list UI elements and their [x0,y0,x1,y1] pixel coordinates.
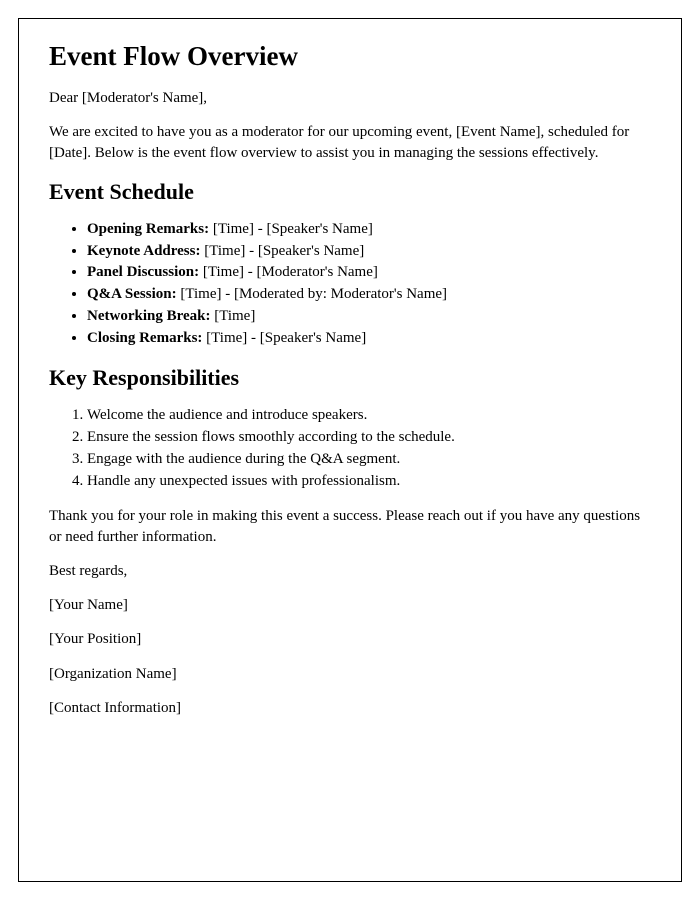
list-item: Networking Break: [Time] [87,306,651,328]
item-detail: [Time] - [Speaker's Name] [202,330,366,346]
item-detail: [Time] - [Moderator's Name] [199,264,378,280]
item-label: Opening Remarks: [87,221,209,237]
item-detail: [Time] [210,308,255,324]
item-label: Networking Break: [87,308,210,324]
list-item: Ensure the session flows smoothly accord… [87,427,651,449]
item-detail: [Time] - [Speaker's Name] [200,243,364,259]
signature-organization: [Organization Name] [49,664,651,684]
signature-position: [Your Position] [49,629,651,649]
schedule-heading: Event Schedule [49,179,651,205]
greeting-line: Dear [Moderator's Name], [49,88,651,108]
item-label: Keynote Address: [87,243,200,259]
intro-paragraph: We are excited to have you as a moderato… [49,122,651,163]
item-label: Panel Discussion: [87,264,199,280]
list-item: Closing Remarks: [Time] - [Speaker's Nam… [87,328,651,350]
page-title: Event Flow Overview [49,41,651,72]
list-item: Keynote Address: [Time] - [Speaker's Nam… [87,241,651,263]
list-item: Opening Remarks: [Time] - [Speaker's Nam… [87,219,651,241]
responsibilities-list: Welcome the audience and introduce speak… [87,405,651,492]
list-item: Handle any unexpected issues with profes… [87,471,651,493]
schedule-list: Opening Remarks: [Time] - [Speaker's Nam… [87,219,651,350]
thanks-paragraph: Thank you for your role in making this e… [49,506,651,547]
item-label: Closing Remarks: [87,330,202,346]
responsibilities-heading: Key Responsibilities [49,365,651,391]
list-item: Engage with the audience during the Q&A … [87,449,651,471]
list-item: Q&A Session: [Time] - [Moderated by: Mod… [87,284,651,306]
item-label: Q&A Session: [87,286,177,302]
list-item: Welcome the audience and introduce speak… [87,405,651,427]
item-detail: [Time] - [Speaker's Name] [209,221,373,237]
signature-name: [Your Name] [49,595,651,615]
item-detail: [Time] - [Moderated by: Moderator's Name… [177,286,447,302]
list-item: Panel Discussion: [Time] - [Moderator's … [87,262,651,284]
closing-line: Best regards, [49,561,651,581]
document-frame: Event Flow Overview Dear [Moderator's Na… [18,18,682,882]
signature-contact: [Contact Information] [49,698,651,718]
